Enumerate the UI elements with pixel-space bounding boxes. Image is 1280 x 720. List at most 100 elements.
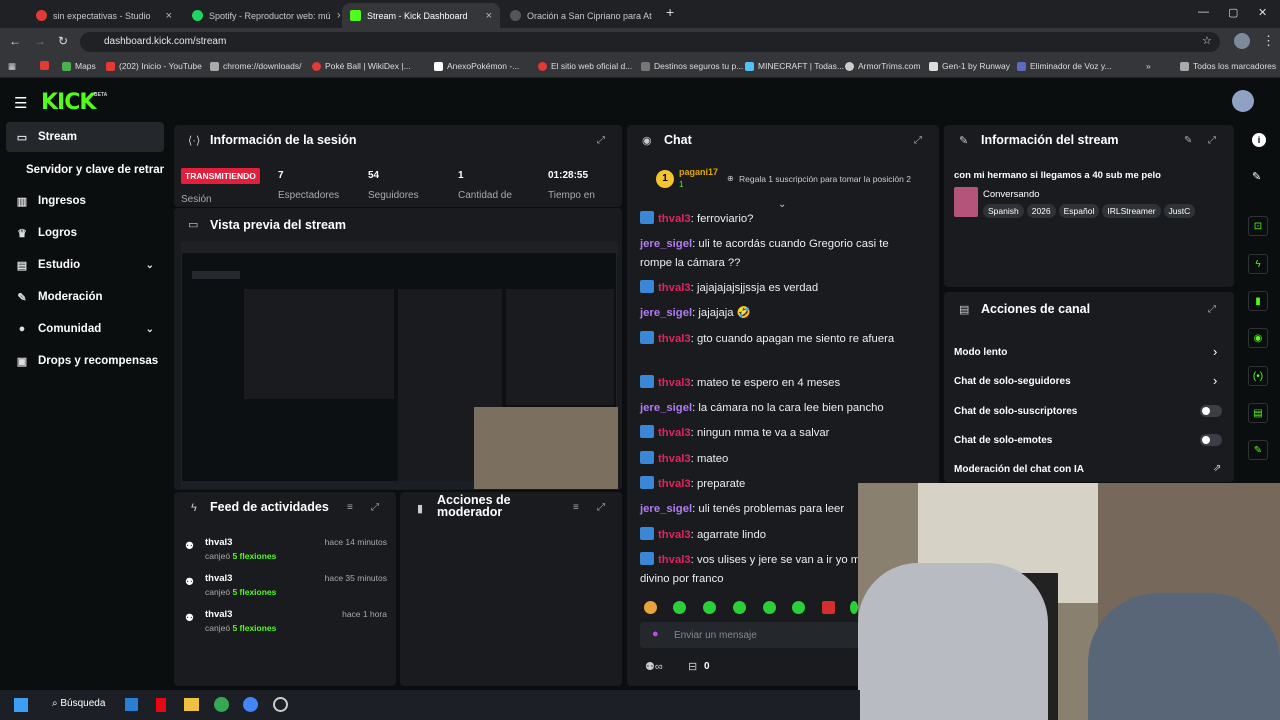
- sidebar-item-stream[interactable]: ▭ Stream: [6, 122, 164, 152]
- chat-username[interactable]: jere_sigel: [640, 307, 692, 319]
- minimize-icon[interactable]: —: [1198, 6, 1209, 18]
- maximize-icon[interactable]: ▢: [1228, 6, 1238, 19]
- chat-username[interactable]: thval3: [658, 478, 691, 490]
- sidebar-item-estudio[interactable]: ▤ Estudio ⌄: [6, 250, 164, 280]
- chat-username[interactable]: thval3: [658, 333, 691, 345]
- windows-start-icon[interactable]: [14, 698, 28, 712]
- browser-tab-active[interactable]: Stream - Kick Dashboard ×: [342, 3, 500, 28]
- url-input[interactable]: dashboard.kick.com/stream: [80, 32, 1220, 52]
- chat-username[interactable]: thval3: [658, 427, 691, 439]
- expand-icon[interactable]: ⤢: [1208, 304, 1216, 315]
- gift-box-icon[interactable]: ⊟: [688, 660, 697, 673]
- edit-layout-icon[interactable]: ✎: [1252, 170, 1261, 183]
- expand-icon[interactable]: ⤢: [914, 135, 922, 146]
- sidebar-item-ingresos[interactable]: ▥ Ingresos: [6, 186, 164, 216]
- expand-icon[interactable]: ⤢: [1208, 135, 1216, 146]
- chat-username[interactable]: thval3: [658, 282, 691, 294]
- expand-icon[interactable]: ⤢: [597, 502, 605, 513]
- bookmark[interactable]: (202) Inicio - YouTube: [106, 61, 202, 71]
- apps-grid-icon[interactable]: ▦: [8, 61, 16, 72]
- chat-username[interactable]: thval3: [658, 377, 691, 389]
- obs-icon[interactable]: [273, 697, 288, 712]
- kick-logo[interactable]: KICK: [41, 90, 96, 115]
- chat-username[interactable]: thval3: [658, 213, 691, 225]
- emote-icon[interactable]: [822, 601, 835, 614]
- chevron-right-icon[interactable]: ›: [1213, 344, 1217, 359]
- gift-prompt[interactable]: Regala 1 suscripción para tomar la posic…: [739, 174, 911, 184]
- widget-wrench-icon[interactable]: ✎: [1248, 440, 1268, 460]
- forward-icon[interactable]: →: [34, 34, 46, 48]
- user-avatar[interactable]: [1232, 90, 1254, 112]
- netflix-icon[interactable]: [156, 698, 166, 712]
- action-ai-moderation[interactable]: Moderación del chat con IA: [954, 464, 1084, 475]
- bookmark[interactable]: Maps: [62, 61, 96, 71]
- chevron-right-icon[interactable]: ›: [1213, 373, 1217, 388]
- sidebar-item-stream-key[interactable]: Servidor y clave de retransmisión: [6, 155, 164, 185]
- action-slow-mode[interactable]: Modo lento: [954, 347, 1007, 358]
- filter-icon[interactable]: ≡: [347, 502, 353, 513]
- widget-actions-icon[interactable]: ▤: [1248, 403, 1268, 423]
- taskbar-search[interactable]: ⌕ Búsqueda: [52, 698, 105, 709]
- emotes-only-toggle[interactable]: [1200, 434, 1222, 446]
- tag[interactable]: Spanish: [983, 204, 1024, 218]
- top-gifter-name[interactable]: pagani17: [679, 167, 718, 177]
- bookmark[interactable]: Gen-1 by Runway: [929, 61, 1010, 71]
- hamburger-menu-icon[interactable]: ☰: [14, 94, 27, 112]
- file-explorer-icon[interactable]: [184, 698, 199, 711]
- bookmark[interactable]: Eliminador de Voz y...: [1017, 61, 1112, 71]
- external-link-icon[interactable]: ⇗: [1213, 463, 1221, 474]
- action-followers-only[interactable]: Chat de solo-seguidores: [954, 376, 1071, 387]
- sidebar-item-drops[interactable]: ▣ Drops y recompensas: [6, 346, 164, 376]
- widget-camera-icon[interactable]: ⊡: [1248, 216, 1268, 236]
- emote-icon[interactable]: [673, 601, 686, 614]
- chat-username[interactable]: jere_sigel: [640, 238, 692, 250]
- pin-collapse-icon[interactable]: ⌄: [778, 199, 786, 210]
- close-icon[interactable]: ×: [486, 10, 492, 22]
- profile-avatar-icon[interactable]: [1234, 33, 1250, 49]
- reload-icon[interactable]: ↻: [58, 34, 68, 48]
- close-icon[interactable]: ×: [166, 10, 172, 22]
- chrome-icon[interactable]: [214, 697, 229, 712]
- bookmark[interactable]: Destinos seguros tu p...: [641, 61, 743, 71]
- stream-preview-video[interactable]: [181, 242, 618, 489]
- task-view-icon[interactable]: [125, 698, 138, 711]
- sidebar-item-moderacion[interactable]: ✎ Moderación: [6, 282, 164, 312]
- edit-pencil-icon[interactable]: ✎: [1184, 135, 1192, 146]
- close-window-icon[interactable]: ✕: [1258, 6, 1267, 19]
- stream-category[interactable]: Conversando: [983, 189, 1040, 200]
- points-icon[interactable]: ⚉∞: [645, 660, 663, 673]
- subscribers-only-toggle[interactable]: [1200, 405, 1222, 417]
- all-bookmarks[interactable]: Todos los marcadores: [1180, 61, 1276, 71]
- tag[interactable]: Español: [1058, 204, 1100, 218]
- filter-icon[interactable]: ≡: [573, 502, 579, 513]
- emote-icon[interactable]: [644, 601, 657, 614]
- emote-icon[interactable]: [792, 601, 805, 614]
- info-icon[interactable]: i: [1252, 133, 1266, 147]
- browser-tab[interactable]: Spotify - Reproductor web: mú ×: [184, 3, 340, 28]
- tag[interactable]: JustC: [1163, 204, 1196, 218]
- bookmark[interactable]: AnexoPokémon -...: [434, 61, 519, 71]
- chat-username[interactable]: thval3: [658, 554, 691, 566]
- bookmark-youtube[interactable]: [40, 61, 49, 70]
- emote-icon[interactable]: [763, 601, 776, 614]
- bookmark-star-icon[interactable]: ☆: [1202, 34, 1212, 47]
- emote-icon[interactable]: [703, 601, 716, 614]
- chat-username[interactable]: thval3: [658, 453, 691, 465]
- emote-icon[interactable]: [850, 601, 858, 614]
- more-bookmarks-icon[interactable]: »: [1146, 61, 1151, 71]
- new-tab-icon[interactable]: +: [666, 4, 674, 20]
- widget-broadcast-icon[interactable]: (•): [1248, 366, 1268, 386]
- emote-icon[interactable]: [733, 601, 746, 614]
- chrome-active-icon[interactable]: [243, 697, 258, 712]
- back-icon[interactable]: ←: [9, 34, 21, 48]
- mic-icon[interactable]: ●: [652, 628, 659, 640]
- close-icon[interactable]: ×: [337, 10, 340, 22]
- chat-username[interactable]: jere_sigel: [640, 402, 692, 414]
- browser-tab[interactable]: sin expectativas - Studio ×: [28, 3, 180, 28]
- chat-username[interactable]: thval3: [658, 529, 691, 541]
- menu-kebab-icon[interactable]: ⋮: [1262, 33, 1275, 49]
- sidebar-item-logros[interactable]: ♛ Logros: [6, 218, 164, 248]
- widget-mod-icon[interactable]: ▮: [1248, 291, 1268, 311]
- expand-icon[interactable]: ⤢: [371, 502, 379, 513]
- sidebar-item-comunidad[interactable]: ● Comunidad ⌄: [6, 314, 164, 344]
